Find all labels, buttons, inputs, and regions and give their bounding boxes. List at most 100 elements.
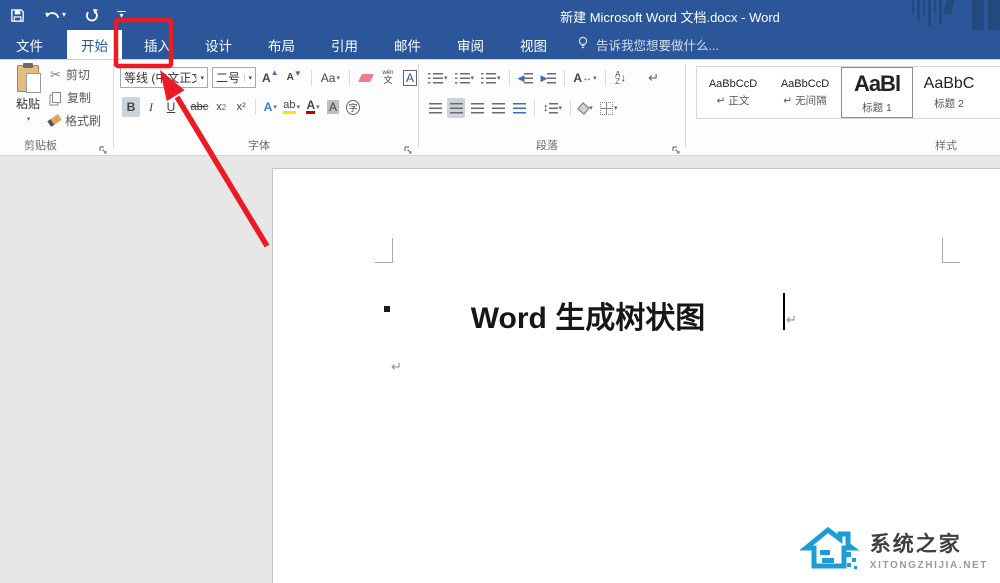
tell-me-box[interactable]: 告诉我您想要做什么... bbox=[561, 30, 719, 59]
style-heading2[interactable]: AaBbC 标题 2 bbox=[913, 67, 985, 118]
format-painter-icon bbox=[47, 114, 62, 127]
undo-button[interactable]: ▾ bbox=[43, 8, 66, 22]
tab-file[interactable]: 文件 bbox=[0, 30, 59, 59]
tab-design[interactable]: 设计 bbox=[191, 30, 246, 59]
underline-button[interactable]: U bbox=[162, 97, 180, 117]
window-title: 新建 Microsoft Word 文档.docx - Word bbox=[450, 7, 890, 26]
font-size-dropdown-icon[interactable]: ▾ bbox=[244, 74, 252, 82]
highlight-button[interactable]: ab▾ bbox=[281, 97, 302, 117]
multilevel-list-button[interactable]: ▾ bbox=[479, 68, 503, 88]
superscript-button[interactable]: x² bbox=[232, 97, 250, 117]
scissors-icon: ✂ bbox=[50, 67, 61, 83]
distribute-button[interactable] bbox=[510, 98, 528, 118]
character-border-button[interactable]: A bbox=[401, 68, 419, 88]
tell-me-placeholder: 告诉我您想要做什么... bbox=[596, 35, 719, 54]
phonetic-guide-button[interactable]: wén 文 bbox=[379, 68, 397, 88]
show-hide-marks-button[interactable]: ↵ bbox=[645, 68, 663, 88]
line-spacing-button[interactable]: ↕▾ bbox=[541, 98, 564, 118]
document-area[interactable]: Word 生成树状图 ↵ ↵ 系统之家 XITONGZHIJIA.NET bbox=[0, 156, 1000, 583]
lightbulb-icon bbox=[577, 36, 589, 54]
title-bar: ▾ ▾ 新建 Microsoft Word 文档.docx - Word bbox=[0, 0, 1000, 30]
redo-button[interactable] bbox=[84, 8, 99, 23]
font-group-label: 字体 bbox=[248, 137, 270, 153]
ribbon-tab-row: 文件 开始 插入 设计 布局 引用 邮件 审阅 视图 告诉我您想要做什么... bbox=[0, 30, 1000, 60]
paragraph-dialog-launcher-icon[interactable] bbox=[672, 142, 681, 151]
paragraph-mark-2: ↵ bbox=[391, 359, 402, 375]
watermark-site-name: 系统之家 bbox=[870, 528, 988, 558]
clipboard-dialog-launcher-icon[interactable] bbox=[99, 142, 108, 151]
font-dialog-launcher-icon[interactable] bbox=[404, 142, 413, 151]
increase-indent-button[interactable]: ▶ bbox=[538, 68, 558, 88]
font-color-button[interactable]: A▾ bbox=[304, 97, 322, 117]
tab-insert[interactable]: 插入 bbox=[130, 30, 185, 59]
paragraph-group-label: 段落 bbox=[536, 137, 558, 153]
multilevel-list-icon bbox=[481, 73, 496, 84]
align-left-button[interactable] bbox=[426, 98, 444, 118]
font-name-combo[interactable]: 等线 (中文正文 ▾ bbox=[120, 67, 208, 88]
tab-mailings[interactable]: 邮件 bbox=[380, 30, 435, 59]
justify-button[interactable] bbox=[489, 98, 507, 118]
asian-layout-button[interactable]: A↔▾ bbox=[571, 68, 598, 88]
heading-outline-bullet bbox=[384, 306, 390, 312]
bullets-button[interactable]: ▾ bbox=[426, 68, 450, 88]
change-case-button[interactable]: Aa▾ bbox=[319, 68, 342, 88]
shrink-font-button[interactable]: A▼ bbox=[285, 68, 304, 88]
shading-button[interactable]: ▾ bbox=[577, 98, 595, 118]
styles-gallery: AaBbCcD ↵ 正文 AaBbCcD ↵ 无间隔 AaBl 标题 1 AaB… bbox=[696, 66, 1000, 119]
document-heading-text[interactable]: Word 生成树状图 bbox=[392, 293, 784, 337]
customize-qat-icon[interactable]: ▾ bbox=[117, 11, 126, 19]
borders-button[interactable]: ▾ bbox=[598, 98, 620, 118]
sort-button[interactable]: AZ↓ bbox=[612, 68, 630, 88]
tab-layout[interactable]: 布局 bbox=[254, 30, 309, 59]
strikethrough-button[interactable]: abc bbox=[189, 97, 211, 117]
align-right-button[interactable] bbox=[468, 98, 486, 118]
style-heading1-selected[interactable]: AaBl 标题 1 bbox=[841, 67, 913, 118]
text-cursor bbox=[783, 293, 785, 330]
undo-dropdown-icon[interactable]: ▾ bbox=[62, 12, 66, 18]
document-page[interactable] bbox=[272, 168, 1000, 583]
align-center-icon bbox=[450, 103, 463, 114]
italic-button[interactable]: I bbox=[142, 97, 160, 117]
numbering-button[interactable]: ▾ bbox=[453, 68, 477, 88]
styles-group: AaBbCcD ↵ 正文 AaBbCcD ↵ 无间隔 AaBl 标题 1 AaB… bbox=[690, 60, 1000, 156]
text-boundary-mark-left bbox=[375, 238, 393, 263]
save-icon[interactable] bbox=[10, 8, 25, 23]
word-window: ▾ ▾ 新建 Microsoft Word 文档.docx - Word 文件 … bbox=[0, 0, 1000, 583]
underline-dropdown-icon[interactable]: ▾ bbox=[183, 103, 187, 111]
style-no-spacing[interactable]: AaBbCcD ↵ 无间隔 bbox=[769, 67, 841, 118]
clipboard-group: 粘贴 ▾ ✂ 剪切 复制 格式刷 剪贴板 bbox=[0, 60, 113, 156]
tab-references[interactable]: 引用 bbox=[317, 30, 372, 59]
paste-dropdown-icon[interactable]: ▾ bbox=[27, 115, 31, 123]
format-painter-button[interactable]: 格式刷 bbox=[48, 112, 101, 129]
tab-view[interactable]: 视图 bbox=[506, 30, 561, 59]
paste-label: 粘贴 bbox=[16, 95, 40, 112]
paste-button[interactable]: 粘贴 ▾ bbox=[8, 65, 48, 123]
bold-button[interactable]: B bbox=[122, 97, 140, 117]
indent-left-arrow-icon: ◀ bbox=[518, 73, 525, 84]
align-center-button[interactable] bbox=[447, 98, 465, 118]
character-shading-button[interactable]: A bbox=[324, 97, 342, 117]
text-boundary-mark-right bbox=[942, 238, 960, 263]
eraser-icon bbox=[358, 74, 374, 82]
subscript-button[interactable]: x2 bbox=[212, 97, 230, 117]
site-watermark: 系统之家 XITONGZHIJIA.NET bbox=[800, 522, 988, 577]
tab-review[interactable]: 审阅 bbox=[443, 30, 498, 59]
copy-button[interactable]: 复制 bbox=[50, 89, 91, 106]
text-effects-button[interactable]: A▾ bbox=[261, 97, 279, 117]
copy-icon bbox=[52, 92, 61, 103]
decrease-indent-button[interactable]: ◀ bbox=[516, 68, 536, 88]
paragraph-mark-1: ↵ bbox=[786, 312, 797, 328]
style-normal[interactable]: AaBbCcD ↵ 正文 bbox=[697, 67, 769, 118]
font-name-dropdown-icon[interactable]: ▾ bbox=[196, 74, 204, 82]
borders-grid-icon bbox=[600, 102, 613, 115]
align-right-icon bbox=[471, 103, 484, 114]
tab-home[interactable]: 开始 bbox=[67, 30, 122, 59]
style-heading3-partial[interactable]: Aa bbox=[985, 67, 1000, 118]
cut-button[interactable]: ✂ 剪切 bbox=[50, 66, 90, 83]
enclose-characters-button[interactable]: 字 bbox=[344, 97, 362, 117]
clipboard-group-label: 剪贴板 bbox=[24, 137, 57, 153]
font-size-combo[interactable]: 二号 ▾ bbox=[212, 67, 256, 88]
grow-font-button[interactable]: A▲ bbox=[260, 68, 281, 88]
clear-formatting-button[interactable] bbox=[357, 68, 375, 88]
distribute-icon bbox=[513, 103, 526, 114]
